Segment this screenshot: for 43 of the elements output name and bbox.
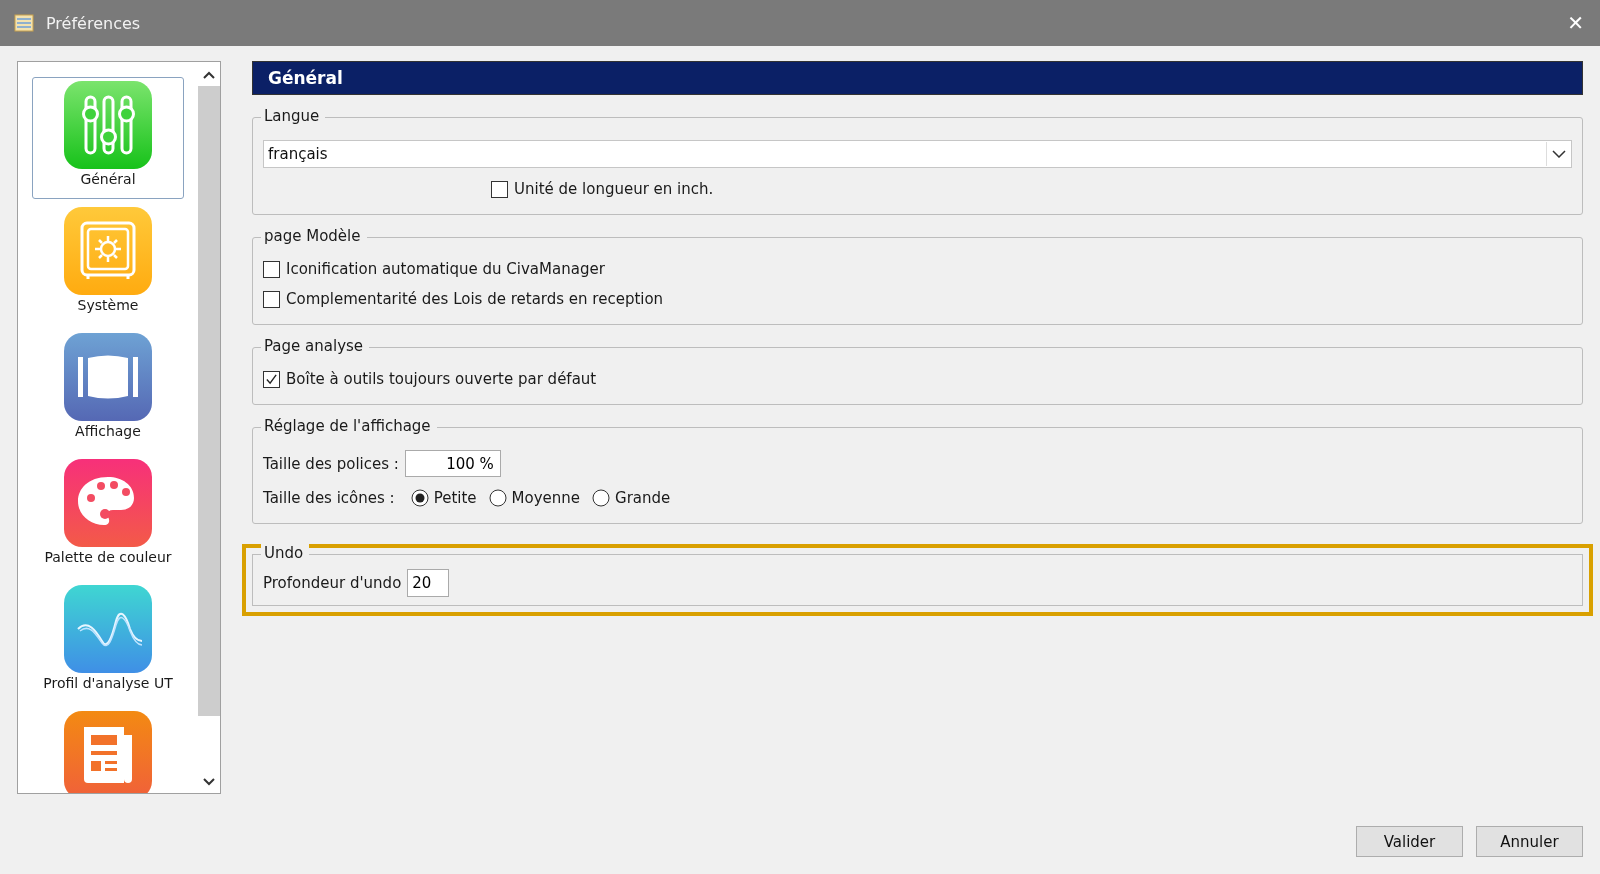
field-label: Taille des icônes : xyxy=(263,489,395,507)
checkbox-label: Iconification automatique du CivaManager xyxy=(286,260,605,278)
dialog-button[interactable]: Valider xyxy=(1356,826,1463,857)
group-title: page Modèle xyxy=(261,227,367,245)
close-button[interactable]: ✕ xyxy=(1563,11,1588,35)
sidebar-item[interactable]: Système xyxy=(32,203,184,325)
checkbox-label: Boîte à outils toujours ouverte par défaut xyxy=(286,370,597,388)
caret-icon xyxy=(1552,150,1566,158)
sidebar-item[interactable]: Profil d'analyse UT xyxy=(32,581,184,703)
field-label: Taille des polices : xyxy=(263,454,399,473)
checkbox-label: Complementarité des Lois de retards en reception xyxy=(286,290,664,308)
radio-icon xyxy=(488,489,507,507)
checkbox[interactable] xyxy=(263,290,280,308)
radio-option[interactable]: Grande xyxy=(592,489,671,507)
field-label: Profondeur d'undo xyxy=(263,574,402,592)
group-title: Page analyse xyxy=(261,337,370,355)
checkbox[interactable] xyxy=(263,260,280,278)
sliders-icon xyxy=(64,81,152,169)
font-size-field[interactable]: 100 % xyxy=(404,450,501,477)
palette-icon xyxy=(64,459,152,547)
wave-icon xyxy=(64,585,152,673)
sidebar-item[interactable]: Affichage xyxy=(32,329,184,451)
radio-option[interactable]: Moyenne xyxy=(488,489,581,507)
radio-option[interactable]: Petite xyxy=(410,489,477,507)
undo-depth-field[interactable]: 20 xyxy=(407,569,450,597)
section-header: Général xyxy=(252,61,1583,95)
group-title: Langue xyxy=(261,107,326,125)
sidebar-item[interactable]: Général xyxy=(32,77,184,199)
radio-icon xyxy=(592,489,611,507)
dialog-button[interactable]: Annuler xyxy=(1476,826,1583,857)
scroll-up-icon xyxy=(203,70,215,80)
display-icon xyxy=(64,333,152,421)
checkbox[interactable] xyxy=(491,180,508,198)
safe-icon xyxy=(64,207,152,295)
window-title: Préférences xyxy=(46,13,142,33)
checkbox[interactable] xyxy=(263,370,280,388)
app-icon xyxy=(14,14,34,32)
sidebar-item[interactable]: Palette de couleur xyxy=(32,455,184,577)
radio-selected-icon xyxy=(410,489,429,507)
language-dropdown[interactable]: français xyxy=(263,140,1572,168)
checkbox-label: Unité de longueur en inch. xyxy=(514,180,714,198)
scroll-down-icon xyxy=(203,777,215,787)
group-title: Réglage de l'affichage xyxy=(261,417,437,435)
